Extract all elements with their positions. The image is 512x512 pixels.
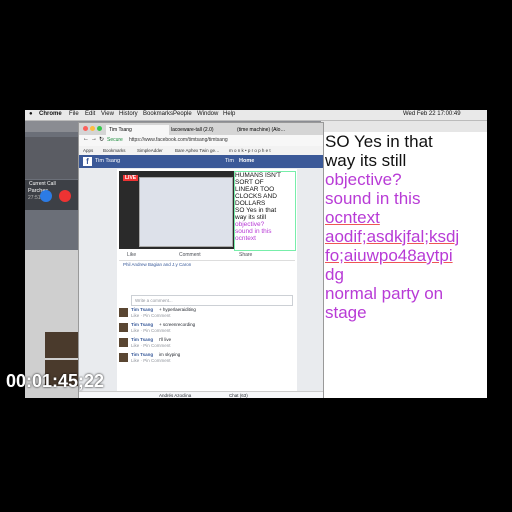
chat-bar[interactable]: Andrés Azoclina Chat (63) bbox=[79, 391, 323, 398]
maximize-window-icon[interactable] bbox=[97, 126, 102, 131]
comment-author[interactable]: Tim Tsang bbox=[131, 322, 153, 327]
menu-people[interactable]: People bbox=[173, 111, 192, 117]
back-icon[interactable]: ← bbox=[83, 136, 89, 142]
menu-history[interactable]: History bbox=[119, 111, 138, 117]
comment-text: + screenrecording bbox=[159, 322, 196, 327]
comment: Tim Tsang I'll live Like · Pin Comment bbox=[119, 337, 295, 351]
avatar[interactable] bbox=[119, 353, 128, 362]
share-button[interactable]: Share bbox=[239, 252, 252, 258]
comment: Tim Tsang im skyping Like · Pin Comment bbox=[119, 352, 295, 366]
tab-facebook[interactable]: Tim Tsang bbox=[106, 125, 169, 135]
doc-line: fo;aiuwpo48aytpi bbox=[325, 246, 453, 265]
screen-recording: ● Chrome File Edit View History Bookmark… bbox=[25, 110, 487, 398]
end-call-button[interactable] bbox=[59, 190, 71, 202]
url-text[interactable]: https://www.facebook.com/timtsang/timtsa… bbox=[129, 137, 228, 143]
reactions-summary[interactable]: Phil Andrew Bagian and J.y Caron bbox=[123, 262, 191, 267]
comment-author[interactable]: Tim Tsang bbox=[131, 337, 153, 342]
fb-search-text[interactable]: Tim Tsang bbox=[95, 158, 120, 164]
document-text[interactable]: SO Yes in that way its still objective? … bbox=[325, 132, 487, 322]
doc-line: sound in this bbox=[325, 189, 421, 208]
comment: Tim Tsang + hyperlaeraiditing Like · Pin… bbox=[119, 307, 295, 321]
overlay-line: LINEAR TOO bbox=[235, 186, 275, 193]
doc-line: aodif;asdkjfal;ksdj bbox=[325, 227, 460, 246]
bookmark-aphex[interactable]: Bare Aphex Twin ge… bbox=[175, 148, 219, 153]
chat-person[interactable]: Andrés Azoclina bbox=[159, 393, 191, 398]
menu-bookmarks[interactable]: Bookmarks bbox=[143, 111, 173, 117]
overlay-line: SORT OF bbox=[235, 179, 264, 186]
comment-author[interactable]: Tim Tsang bbox=[131, 352, 153, 357]
doc-line: way its still bbox=[325, 151, 407, 170]
tab-strip: Tim Tsang lacoeware-tall (2.0) (time mac… bbox=[79, 123, 323, 135]
fb-user-name[interactable]: Tim bbox=[225, 158, 234, 164]
overlay-line: way its still bbox=[235, 214, 267, 221]
close-window-icon[interactable] bbox=[83, 126, 88, 131]
comment-text: + hyperlaeraiditing bbox=[159, 307, 196, 312]
live-badge: LIVE bbox=[123, 175, 139, 181]
chat-label[interactable]: Chat (63) bbox=[229, 393, 248, 398]
comment-button[interactable]: Comment bbox=[179, 252, 201, 258]
overlay-line: ocntext bbox=[235, 235, 256, 242]
avatar[interactable] bbox=[119, 308, 128, 317]
video-timecode: 00:01:45;22 bbox=[6, 371, 105, 391]
comment-actions[interactable]: Like · Pin Comment bbox=[131, 313, 171, 318]
avatar[interactable] bbox=[119, 338, 128, 347]
reload-icon[interactable]: ↻ bbox=[99, 136, 104, 143]
comment-author[interactable]: Tim Tsang bbox=[131, 307, 153, 312]
comment-text: im skyping bbox=[159, 352, 181, 357]
apple-icon[interactable]: ● bbox=[29, 111, 33, 117]
video-text-overlay: HUMANS ISN'T SORT OF LINEAR TOO CLOCKS A… bbox=[234, 171, 296, 251]
current-call-label: Current Call bbox=[29, 181, 56, 187]
secure-label: Secure bbox=[107, 137, 123, 143]
doc-line: normal party on bbox=[325, 284, 444, 303]
fb-home-link[interactable]: Home bbox=[239, 158, 254, 164]
doc-line: SO Yes in that bbox=[325, 132, 433, 151]
avatar[interactable] bbox=[119, 323, 128, 332]
overlay-line: objective? bbox=[235, 221, 265, 228]
doc-line: dg bbox=[325, 265, 344, 284]
facebook-logo-icon[interactable]: f bbox=[83, 157, 92, 166]
caller-video bbox=[25, 137, 80, 179]
tab-2[interactable]: lacoeware-tall (2.0) bbox=[168, 125, 235, 135]
menu-help[interactable]: Help bbox=[223, 111, 235, 117]
doc-line: ocntext bbox=[325, 208, 380, 227]
doc-line: stage bbox=[325, 303, 367, 322]
bookmark-simpleadder[interactable]: SimpleAdder bbox=[137, 148, 163, 153]
facebook-header: f Tim Tsang Tim Home bbox=[79, 155, 323, 168]
comment-actions[interactable]: Like · Pin Comment bbox=[131, 328, 171, 333]
overlay-line: DOLLARS bbox=[235, 200, 266, 207]
overlay-line: sound in this bbox=[235, 228, 272, 235]
video-thumbnail[interactable] bbox=[45, 332, 80, 358]
overlay-line: SO Yes in that bbox=[235, 207, 277, 214]
comment-actions[interactable]: Like · Pin Comment bbox=[131, 358, 171, 363]
nested-screen bbox=[139, 177, 233, 247]
write-comment-input[interactable]: Write a comment... bbox=[131, 295, 293, 306]
like-button[interactable]: Like bbox=[127, 252, 136, 258]
comment: Tim Tsang + screenrecording Like · Pin C… bbox=[119, 322, 295, 336]
doc-line: objective? bbox=[325, 170, 402, 189]
post-actions: Like Comment Share bbox=[119, 250, 295, 261]
minimize-window-icon[interactable] bbox=[90, 126, 95, 131]
menu-window[interactable]: Window bbox=[197, 111, 218, 117]
menu-file[interactable]: File bbox=[69, 111, 79, 117]
call-duration: 27:51 bbox=[28, 195, 41, 201]
call-bar: Current Call Parches 27:51 bbox=[25, 180, 80, 210]
menu-clock: Wed Feb 22 17:00:49 bbox=[403, 111, 461, 117]
bookmark-bookmarks[interactable]: Bookmarks bbox=[103, 148, 126, 153]
menu-chrome[interactable]: Chrome bbox=[39, 111, 62, 117]
overlay-line: HUMANS ISN'T bbox=[235, 172, 282, 179]
call-info-button[interactable] bbox=[40, 190, 52, 202]
browser-window: Tim Tsang lacoeware-tall (2.0) (time mac… bbox=[78, 122, 324, 398]
menu-view[interactable]: View bbox=[101, 111, 114, 117]
write-comment-placeholder: Write a comment... bbox=[135, 298, 173, 303]
menu-edit[interactable]: Edit bbox=[85, 111, 95, 117]
bookmark-monk[interactable]: m o n k • p r o p h e t bbox=[229, 148, 271, 153]
tab-3[interactable]: (time machine) (Alo… bbox=[234, 125, 303, 135]
comment-text: I'll live bbox=[159, 337, 172, 342]
menu-bar: ● Chrome File Edit View History Bookmark… bbox=[25, 110, 487, 121]
bookmark-apps[interactable]: Apps bbox=[83, 148, 93, 153]
comment-actions[interactable]: Like · Pin Comment bbox=[131, 343, 171, 348]
forward-icon[interactable]: → bbox=[91, 136, 97, 142]
overlay-line: CLOCKS AND bbox=[235, 193, 277, 200]
